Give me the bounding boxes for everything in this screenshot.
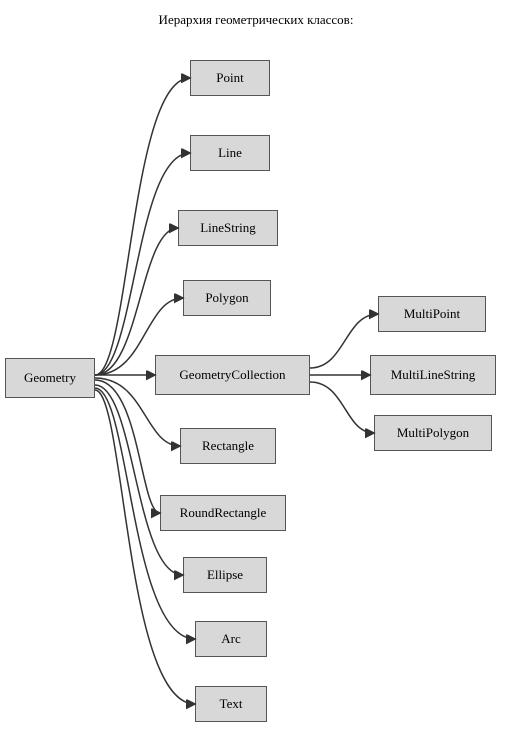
- node-arc: Arc: [195, 621, 267, 657]
- node-polygon: Polygon: [183, 280, 271, 316]
- node-geometry: Geometry: [5, 358, 95, 398]
- node-multipoint: MultiPoint: [378, 296, 486, 332]
- node-ellipse: Ellipse: [183, 557, 267, 593]
- page-title: Иерархия геометрических классов:: [159, 12, 354, 28]
- node-geometrycollection: GeometryCollection: [155, 355, 310, 395]
- node-point: Point: [190, 60, 270, 96]
- node-rectangle: Rectangle: [180, 428, 276, 464]
- node-linestring: LineString: [178, 210, 278, 246]
- node-text: Text: [195, 686, 267, 722]
- node-roundrectangle: RoundRectangle: [160, 495, 286, 531]
- node-multilinestring: MultiLineString: [370, 355, 496, 395]
- node-multipolygon: MultiPolygon: [374, 415, 492, 451]
- node-line: Line: [190, 135, 270, 171]
